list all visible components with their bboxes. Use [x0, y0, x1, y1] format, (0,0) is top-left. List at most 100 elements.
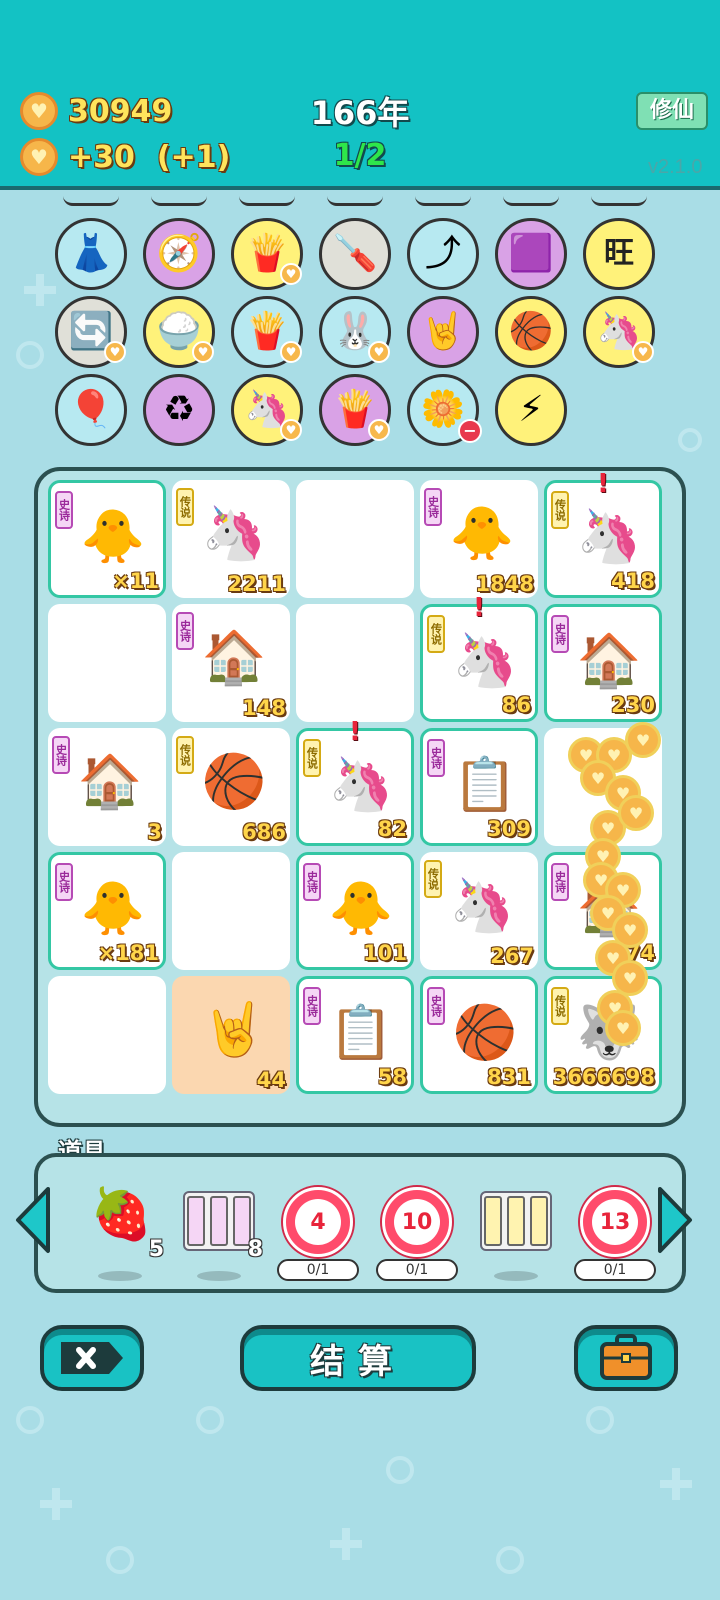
empty-cell[interactable]: [296, 480, 414, 598]
board-cell[interactable]: 史诗 🏀 831: [420, 976, 538, 1094]
skirt-icon[interactable]: 👗: [55, 218, 127, 290]
target-icon-item[interactable]: 13 0/1: [574, 1187, 656, 1287]
version-label: v2.1.0: [648, 156, 703, 178]
target-icon-item[interactable]: 10 0/1: [376, 1187, 458, 1287]
legend-rarity-tag: 传说: [176, 488, 194, 526]
lightning-icon[interactable]: ⚡: [495, 374, 567, 446]
fries-icon[interactable]: 🍟 ♥: [231, 218, 303, 290]
epic-rarity-tag: 史诗: [551, 863, 569, 901]
board-cell[interactable]: 传说 🦄 2211: [172, 480, 290, 598]
rock-hand-icon-glyph: 🤘: [420, 311, 466, 352]
arrow-up-icon[interactable]: ⤴: [407, 218, 479, 290]
year-counter: 166年: [310, 94, 410, 132]
board-cell[interactable]: 传说 🦄! 86: [420, 593, 538, 722]
skip-button[interactable]: [40, 1325, 144, 1391]
hidden-symbol-edge: [415, 196, 471, 206]
settle-button[interactable]: 结算: [240, 1325, 476, 1391]
board-cell[interactable]: 史诗 🐥 ×181: [48, 852, 166, 970]
compass-icon[interactable]: 🧭: [143, 218, 215, 290]
scroll-left-arrow[interactable]: [12, 1185, 52, 1255]
hidden-symbol-edge: [591, 196, 647, 206]
scroll-right-arrow[interactable]: [656, 1185, 696, 1255]
basketballs-icon[interactable]: 🏀: [495, 296, 567, 368]
legend-cards-icon-item[interactable]: [476, 1187, 556, 1287]
epic-rarity-tag: 史诗: [424, 488, 442, 526]
board-cell[interactable]: 史诗 🐥 1848: [420, 480, 538, 598]
cell-value: 230: [611, 693, 655, 717]
cell-value: 686: [242, 820, 286, 844]
epic-cards-icon-item[interactable]: 8: [179, 1187, 263, 1287]
board-cell[interactable]: 史诗 🏠 230: [544, 604, 662, 722]
item-count: 8: [247, 1237, 263, 1262]
board-cell[interactable]: 传说 🏀 686: [172, 728, 290, 846]
legend-rarity-tag: 传说: [551, 987, 569, 1025]
pump-icon-glyph: 🎈: [68, 389, 114, 430]
fries-icon[interactable]: 🍟 ♥: [231, 296, 303, 368]
recycle-icon-glyph: ♻: [162, 389, 196, 430]
empty-cell[interactable]: [48, 976, 166, 1094]
target-number: 13: [592, 1199, 638, 1245]
board-cell[interactable]: 史诗 🏠 3: [48, 728, 166, 846]
box-icon-glyph: 🟪: [508, 233, 554, 274]
rabbit-house-icon: 🏠: [201, 628, 267, 688]
legend-cards-icon: [480, 1191, 552, 1251]
board-cell[interactable]: 史诗 🏠 148: [172, 604, 290, 722]
pump-icon[interactable]: 🎈: [55, 374, 127, 446]
empty-cell[interactable]: [48, 604, 166, 722]
recycle-arrows-icon[interactable]: 🔄 ♥: [55, 296, 127, 368]
fridge-basketball-icon: 🏀: [201, 752, 267, 812]
board-cell[interactable]: 🤘 44: [172, 976, 290, 1094]
item-shadow: [197, 1271, 241, 1281]
epic-rarity-tag: 史诗: [427, 739, 445, 777]
board-cell[interactable]: 史诗 🐥 ×11: [48, 480, 166, 598]
settle-label: 结算: [310, 1341, 406, 1382]
fries-icon[interactable]: 🍟 ♥: [319, 374, 391, 446]
board-cell[interactable]: 史诗 📋 58: [296, 976, 414, 1094]
skirt-icon-glyph: 👗: [68, 233, 114, 274]
target-number: 4: [295, 1199, 341, 1245]
empty-cell[interactable]: [296, 604, 414, 722]
rice-bowl-icon[interactable]: 🍚 ♥: [143, 296, 215, 368]
wang-icon[interactable]: 旺: [583, 218, 655, 290]
minus-badge-icon: −: [458, 419, 482, 443]
flower-pot-icon[interactable]: 🌼 −: [407, 374, 482, 446]
screwdriver-icon-glyph: 🪛: [332, 233, 378, 274]
cultivate-button[interactable]: 修仙: [636, 92, 708, 130]
inventory-button[interactable]: [574, 1325, 678, 1391]
lychee-icon-item[interactable]: 🍓 5: [80, 1187, 164, 1287]
rock-hand-icon[interactable]: 🤘: [407, 296, 479, 368]
briefcase-icon: [600, 1334, 652, 1380]
card-icon: [529, 1196, 548, 1246]
board-cell[interactable]: 传说 🦄! 82: [296, 717, 414, 846]
rabbit-icon[interactable]: 🐰 ♥: [319, 296, 391, 368]
box-icon[interactable]: 🟪: [495, 218, 567, 290]
unicorn-icon[interactable]: 🦄 ♥: [231, 374, 303, 446]
top-bar: ♥ 30949 ♥ +30 (+1) 166年 1/2 修仙 v2.1.0: [0, 0, 720, 190]
screwdriver-icon[interactable]: 🪛: [319, 218, 391, 290]
empty-cell[interactable]: [172, 852, 290, 970]
cell-value: 44: [256, 1068, 286, 1092]
heart-badge-icon: ♥: [368, 419, 390, 441]
board-cell[interactable]: 传说 🦄! 418: [544, 469, 662, 598]
epic-rarity-tag: 史诗: [427, 987, 445, 1025]
unicorn-icon[interactable]: 🦄 ♥: [583, 296, 655, 368]
item-progress: 0/1: [277, 1259, 359, 1281]
income-display: ♥ +30 (+1): [20, 138, 230, 176]
card-icon: [209, 1196, 228, 1246]
epic-rarity-tag: 史诗: [55, 491, 73, 529]
target-number: 10: [394, 1199, 440, 1245]
target-icon: 13: [580, 1187, 650, 1257]
board-cell[interactable]: 史诗 📋 309: [420, 728, 538, 846]
cell-value: 58: [377, 1065, 407, 1089]
target-icon: 10: [382, 1187, 452, 1257]
cell-value: 267: [490, 944, 534, 968]
board-cell[interactable]: 传说 🦄 267: [420, 852, 538, 970]
recycle-icon[interactable]: ♻: [143, 374, 215, 446]
board-cell[interactable]: 史诗 🐥 101: [296, 852, 414, 970]
item-count: 5: [148, 1237, 164, 1262]
wang-icon-glyph: 旺: [604, 236, 634, 271]
crowned-unicorn-icon: 🦄: [576, 507, 642, 567]
target-icon-item[interactable]: 4 0/1: [277, 1187, 359, 1287]
heart-badge-icon: ♥: [280, 419, 302, 441]
item-progress: 0/1: [574, 1259, 656, 1281]
